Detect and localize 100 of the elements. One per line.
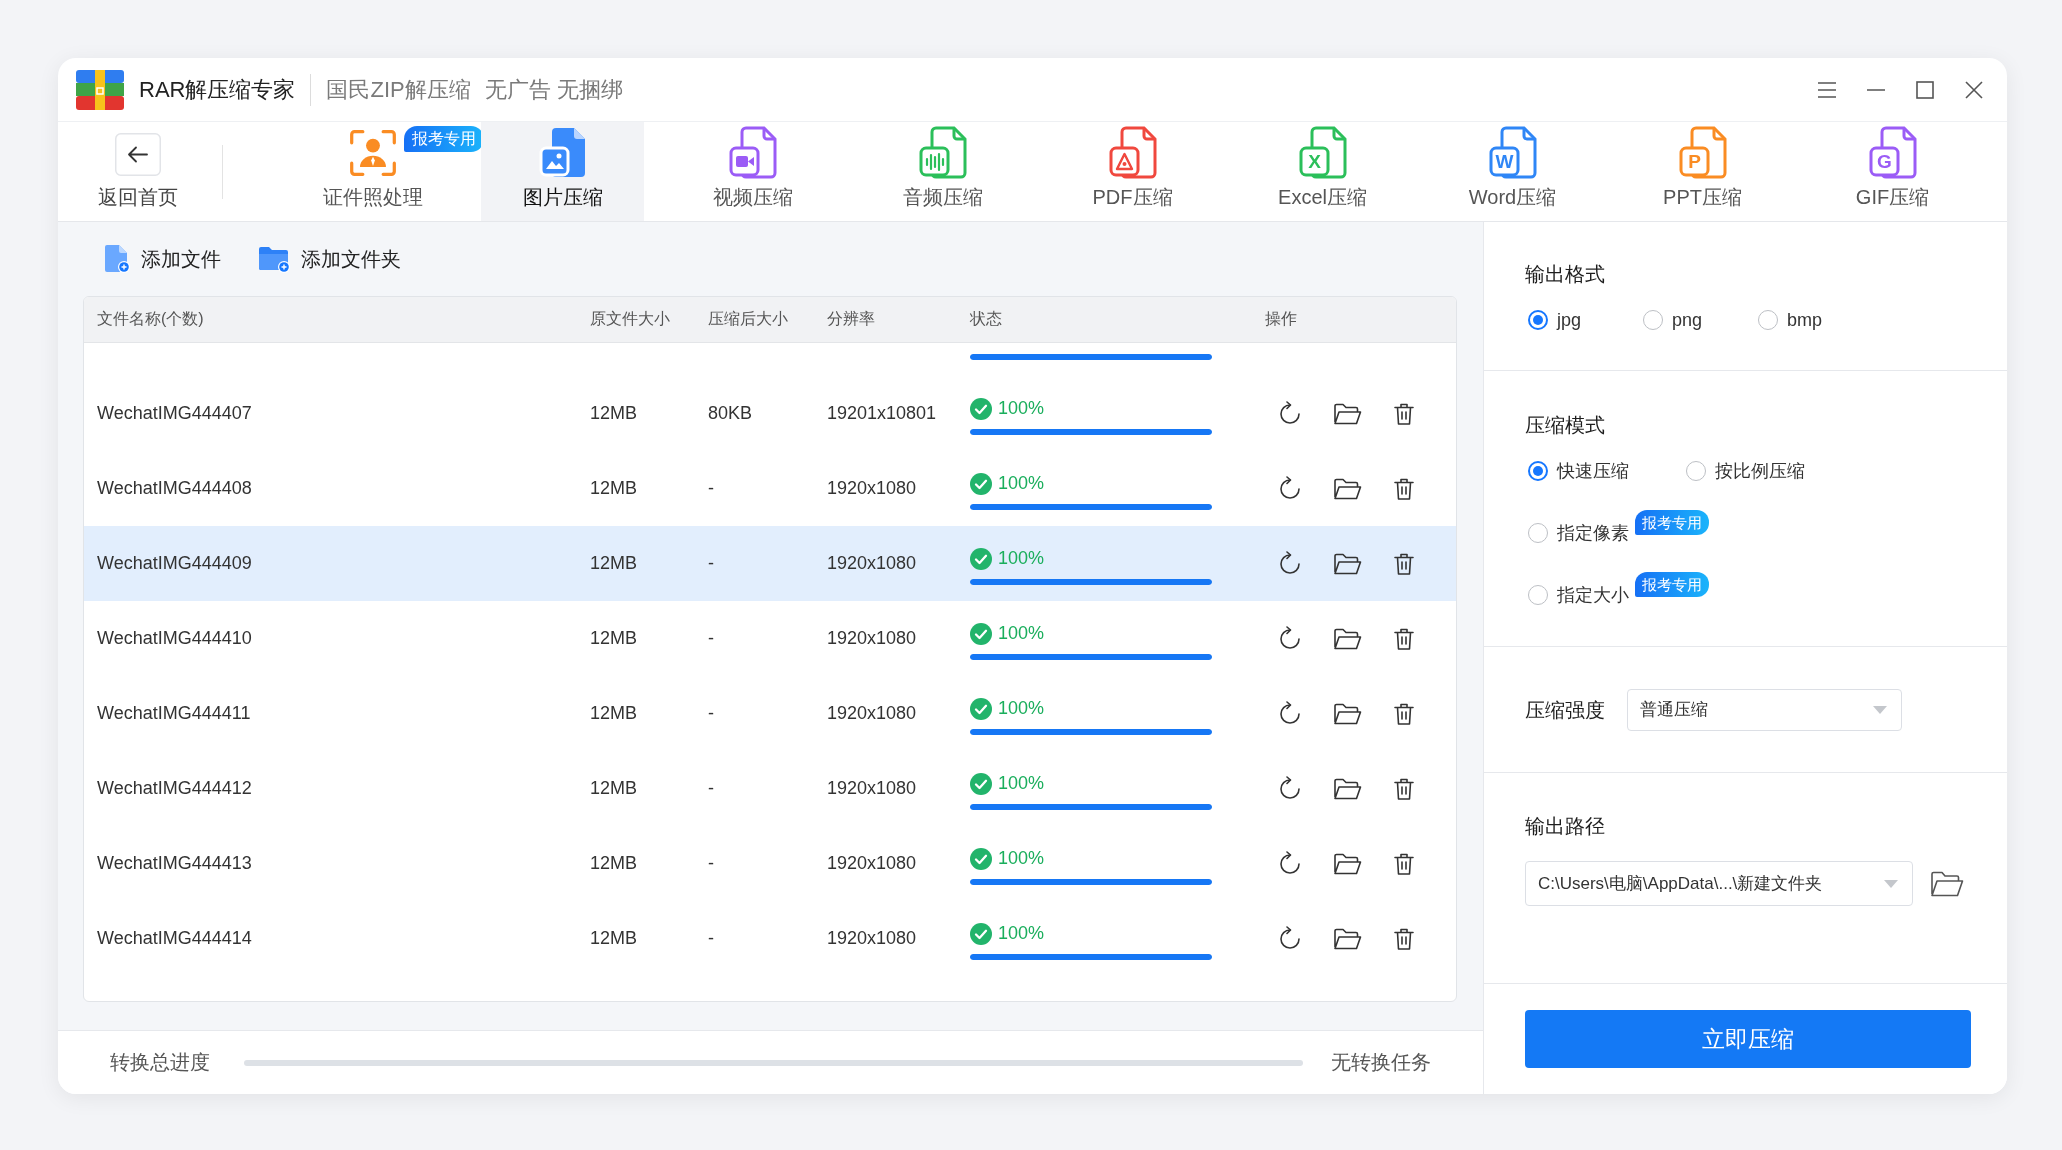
tool-tab[interactable]: 视频压缩: [671, 122, 834, 221]
refresh-icon[interactable]: [1277, 925, 1303, 952]
folder-plus-icon: [257, 244, 291, 274]
compressed-size: 80KB: [708, 403, 754, 424]
resolution: 1920x1080: [827, 853, 918, 874]
resolution: 1920x1080: [827, 478, 918, 499]
tool-tab[interactable]: 音频压缩: [861, 122, 1024, 221]
tool-tab[interactable]: 图片压缩: [481, 122, 644, 221]
tool-tab[interactable]: W Word压缩: [1431, 122, 1594, 221]
maximize-icon[interactable]: [1914, 78, 1936, 101]
refresh-icon[interactable]: [1277, 700, 1303, 727]
refresh-icon[interactable]: [1277, 550, 1303, 577]
slogan-text: 国民ZIP解压缩: [326, 75, 471, 104]
table-row[interactable]: WechatIMG444414 12MB - 1920x1080 100%: [84, 901, 1456, 976]
overall-progress-label: 转换总进度: [110, 1050, 210, 1075]
add-file-button[interactable]: 添加文件: [103, 244, 221, 274]
original-size: 12MB: [590, 628, 639, 649]
tag-badge: 报考专用: [1635, 572, 1709, 597]
original-size: 12MB: [590, 703, 639, 724]
original-size: 12MB: [590, 403, 639, 424]
progress-percent: 100%: [998, 698, 1045, 719]
file-name: WechatIMG444412: [97, 778, 253, 799]
file-name: WechatIMG444409: [97, 553, 253, 574]
original-size: 12MB: [590, 778, 639, 799]
file-name: WechatIMG444411: [97, 703, 252, 724]
caret-icon: [1873, 705, 1887, 714]
original-size: 12MB: [590, 853, 639, 874]
tool-tab[interactable]: G GIF压缩: [1811, 122, 1974, 221]
radio-label[interactable]: bmp: [1787, 309, 1822, 331]
radio-button[interactable]: [1686, 461, 1706, 481]
table-row[interactable]: WechatIMG444412 12MB - 1920x1080 100%: [84, 751, 1456, 826]
app-title: RAR解压缩专家: [139, 75, 296, 104]
stacked-books-logo-icon: [75, 68, 125, 111]
original-size: 12MB: [590, 928, 639, 949]
radio-button[interactable]: [1643, 310, 1663, 330]
original-size: 12MB: [590, 553, 639, 574]
add-folder-button[interactable]: 添加文件夹: [257, 244, 401, 274]
tool-tab[interactable]: X Excel压缩: [1241, 122, 1404, 221]
radio-button[interactable]: [1528, 310, 1548, 330]
compress-button[interactable]: 立即压缩: [1525, 1010, 1971, 1068]
file-name: WechatIMG444410: [97, 628, 253, 649]
column-header: 原文件大小: [590, 309, 671, 329]
radio-label[interactable]: 快速压缩: [1557, 459, 1629, 483]
slogan-text: 无广告 无捆绑: [484, 75, 623, 104]
progress-percent: 100%: [998, 623, 1045, 644]
section-title: 输出格式: [1525, 262, 1606, 286]
radio-button[interactable]: [1528, 523, 1548, 543]
refresh-icon[interactable]: [1277, 400, 1303, 427]
table-row[interactable]: WechatIMG444407 12MB 80KB 19201x10801 100%: [84, 376, 1456, 451]
document-plus-icon: [103, 244, 131, 274]
compressed-size: -: [708, 628, 715, 649]
radio-button[interactable]: [1528, 461, 1548, 481]
table-row[interactable]: WechatIMG444410 12MB - 1920x1080 100%: [84, 601, 1456, 676]
tool-tab[interactable]: P PPT压缩: [1621, 122, 1784, 221]
refresh-icon[interactable]: [1277, 475, 1303, 502]
radio-button[interactable]: [1528, 585, 1548, 605]
refresh-icon[interactable]: [1277, 850, 1303, 877]
progress-percent: 100%: [998, 773, 1045, 794]
column-header: 操作: [1265, 309, 1298, 329]
radio-label[interactable]: 指定像素: [1557, 521, 1629, 545]
radio-button[interactable]: [1758, 310, 1778, 330]
column-header: 压缩后大小: [708, 309, 789, 329]
file-name: WechatIMG444414: [97, 928, 253, 949]
resolution: 1920x1080: [827, 703, 918, 724]
radio-label[interactable]: png: [1672, 309, 1703, 331]
back-button[interactable]: 返回首页: [78, 122, 198, 221]
file-name: WechatIMG444408: [97, 478, 253, 499]
tool-tab[interactable]: PDF压缩: [1051, 122, 1214, 221]
compressed-size: -: [708, 778, 715, 799]
original-size: 12MB: [590, 478, 639, 499]
column-header: 文件名称(个数): [97, 309, 205, 329]
table-row[interactable]: WechatIMG444409 12MB - 1920x1080 100%: [84, 526, 1456, 601]
section-title: 压缩模式: [1525, 413, 1606, 437]
table-row[interactable]: WechatIMG444413 12MB - 1920x1080 100%: [84, 826, 1456, 901]
close-icon[interactable]: [1963, 78, 1985, 101]
output-path-dropdown[interactable]: C:\Users\电脑\AppData\...\新建文件夹: [1525, 861, 1913, 906]
strength-dropdown[interactable]: 普通压缩: [1627, 688, 1902, 731]
resolution: 1920x1080: [827, 553, 918, 574]
progress-percent: 100%: [998, 848, 1045, 869]
radio-label[interactable]: 指定大小: [1557, 583, 1629, 607]
compressed-size: -: [708, 553, 715, 574]
radio-label[interactable]: 按比例压缩: [1715, 459, 1805, 483]
radio-label[interactable]: jpg: [1557, 309, 1582, 331]
progress-percent: 100%: [998, 548, 1045, 569]
compressed-size: -: [708, 928, 715, 949]
file-name: WechatIMG444407: [97, 403, 253, 424]
tag-badge: 报考专用: [1635, 510, 1709, 535]
compressed-size: -: [708, 478, 715, 499]
folder-open-icon[interactable]: [1930, 869, 1964, 898]
refresh-icon[interactable]: [1277, 775, 1303, 802]
progress-percent: 100%: [998, 923, 1045, 944]
progress-percent: 100%: [998, 473, 1045, 494]
tag-badge: 报考专用: [404, 126, 484, 152]
refresh-icon[interactable]: [1277, 625, 1303, 652]
column-header: 状态: [970, 309, 1003, 329]
resolution: 1920x1080: [827, 928, 918, 949]
table-row[interactable]: WechatIMG444411 12MB - 1920x1080 100%: [84, 676, 1456, 751]
table-row[interactable]: WechatIMG444408 12MB - 1920x1080 100%: [84, 451, 1456, 526]
compressed-size: -: [708, 703, 715, 724]
column-header: 分辨率: [827, 309, 876, 329]
